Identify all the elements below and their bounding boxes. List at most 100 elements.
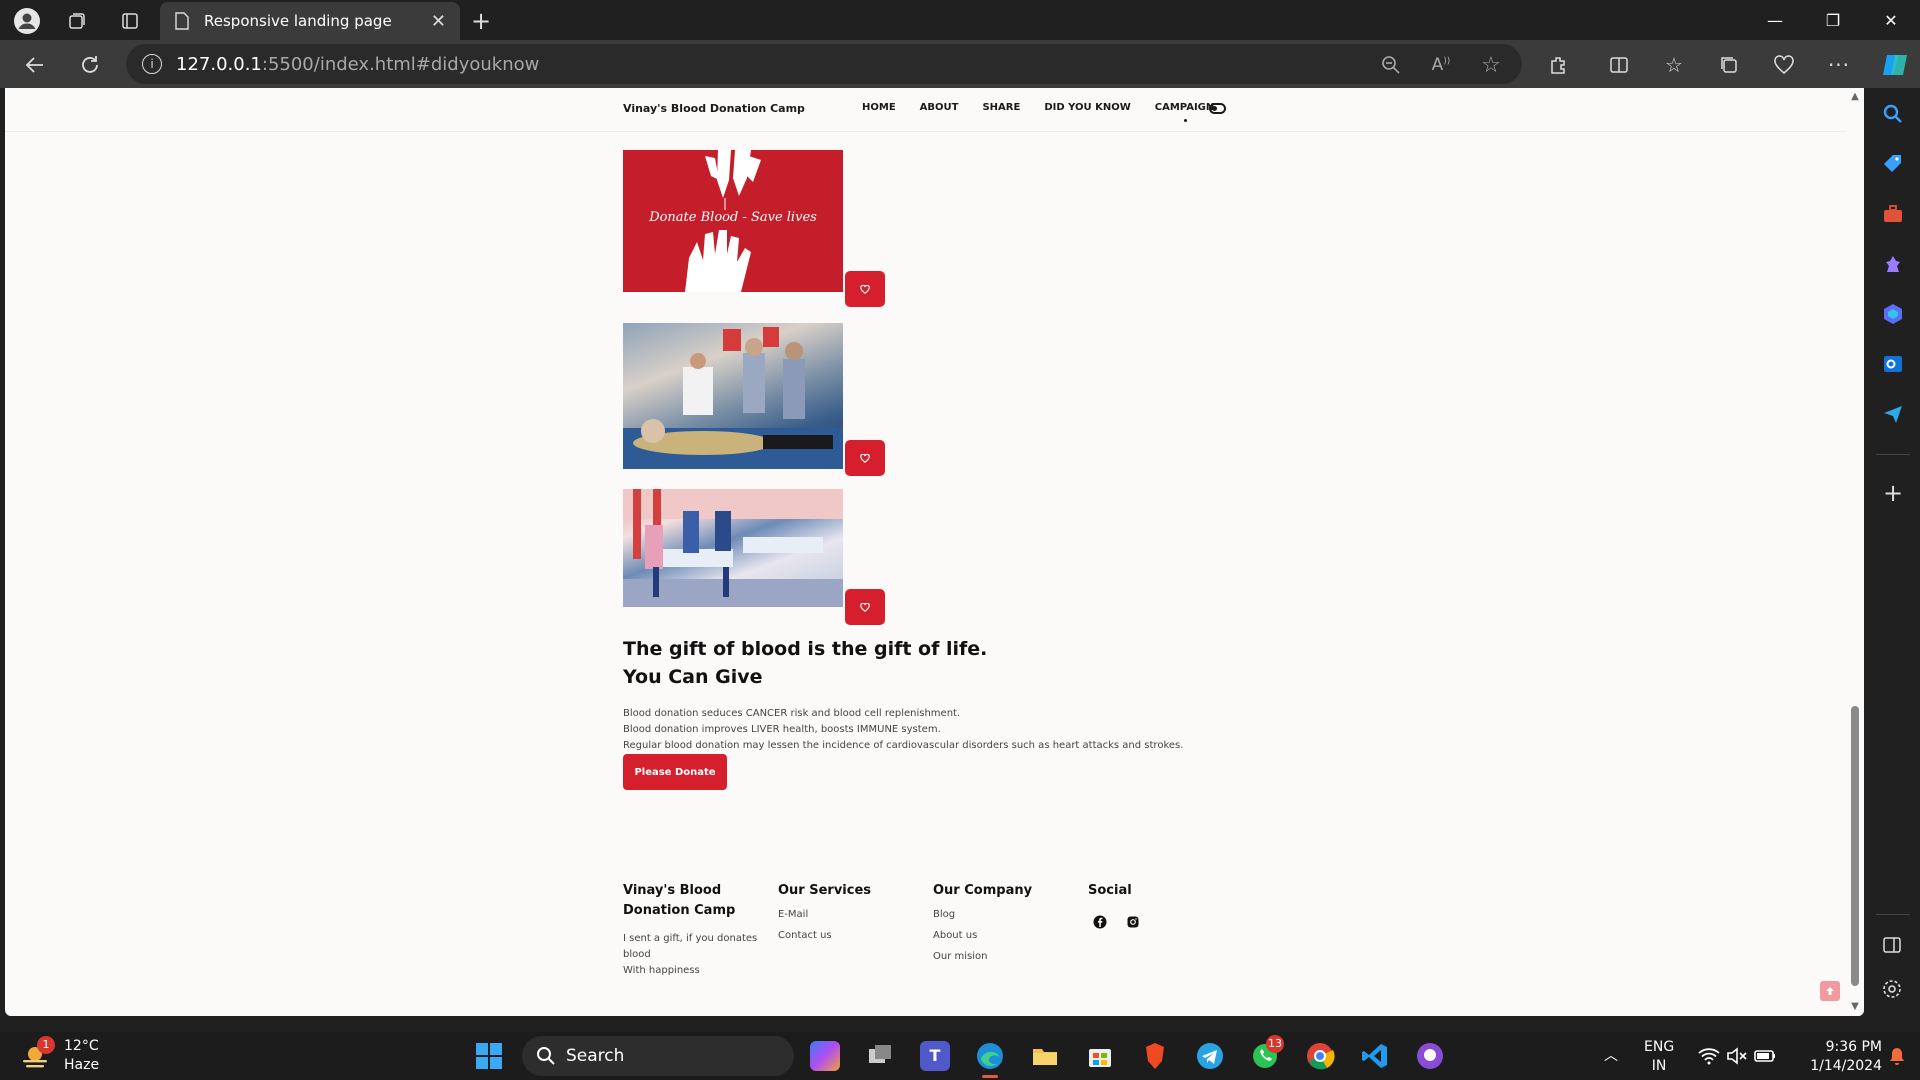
games-icon[interactable] [1881,252,1905,276]
sidebar-divider [1876,914,1910,915]
start-icon[interactable] [474,1041,504,1071]
page-icon [175,12,189,30]
headline-you-can-give: You Can Give [623,666,763,688]
wifi-icon[interactable] [1694,1041,1724,1071]
scroll-down-arrow-icon[interactable]: ▼ [1850,1002,1860,1012]
task-view-icon[interactable] [865,1041,895,1071]
send-icon[interactable] [1881,402,1905,426]
tab-title: Responsive landing page [204,12,392,30]
microsoft-365-icon[interactable] [1881,302,1905,326]
nav-about[interactable]: ABOUT [920,102,959,113]
heart-icon [860,453,870,463]
photo-figures [623,327,843,469]
site-nav: HOME ABOUT SHARE DID YOU KNOW CAMPAIGN [862,102,1238,122]
footer-link-contact[interactable]: Contact us [778,930,871,941]
search-icon[interactable] [1881,102,1905,126]
language-code: ENG [1644,1039,1675,1055]
show-hidden-icons-chevron-icon[interactable]: ︿ [1596,1041,1626,1071]
minimize-button[interactable]: — [1752,8,1798,32]
footer-link-about[interactable]: About us [933,930,1032,941]
theme-toggle-icon[interactable] [1209,103,1226,114]
add-icon[interactable]: + [1881,481,1905,506]
address-path: :5500/index.html#didyouknow [261,53,540,75]
like-button[interactable] [845,589,885,625]
refresh-icon[interactable] [77,52,103,78]
scrollbar-thumb[interactable] [1851,706,1859,986]
info-paragraph: Blood donation seduces CANCER risk and b… [623,708,961,719]
store-icon[interactable] [1085,1041,1115,1071]
file-explorer-icon[interactable] [1030,1041,1060,1071]
battery-icon[interactable] [1750,1041,1780,1071]
read-aloud-icon[interactable]: A)) [1428,52,1454,78]
scrollbar[interactable]: ▲ ▼ [1846,88,1864,1016]
more-menu-icon[interactable]: ··· [1826,52,1852,78]
system-clock[interactable]: 9:36 PM 1/14/2024 [1796,1038,1882,1076]
footer-link-blog[interactable]: Blog [933,909,1032,920]
vscode-icon[interactable] [1360,1041,1390,1071]
split-screen-icon[interactable] [1606,52,1632,78]
collections-icon[interactable] [1716,52,1742,78]
outlook-icon[interactable] [1881,352,1905,376]
settings-gear-icon[interactable] [1881,978,1905,1002]
site-info-icon[interactable]: i [142,54,162,74]
site-brand[interactable]: Vinay's Blood Donation Camp [623,102,805,115]
search-placeholder: Search [566,1046,625,1066]
extensions-icon[interactable] [1546,52,1572,78]
footer-col-social: Social [1088,881,1132,901]
scroll-up-arrow-icon[interactable]: ▲ [1850,92,1860,102]
close-tab-icon[interactable]: ✕ [431,11,446,32]
github-desktop-icon[interactable] [1415,1041,1445,1071]
browser-toolbar: i 127.0.0.1:5500/index.html#didyouknow A… [0,40,1920,88]
telegram-icon[interactable] [1195,1041,1225,1071]
nav-share[interactable]: SHARE [982,102,1020,113]
windows-taskbar: 1 12°C Haze Search T 13 ︿ ENG IN 9:36 PM… [0,1032,1920,1080]
weather-desc: Haze [64,1057,100,1073]
new-tab-button[interactable]: + [466,6,496,36]
copilot-pre-icon[interactable] [810,1041,840,1071]
address-bar[interactable]: i 127.0.0.1:5500/index.html#didyouknow [126,44,1522,84]
brave-icon[interactable] [1140,1041,1170,1071]
close-window-button[interactable]: ✕ [1868,8,1914,32]
like-button[interactable] [845,271,885,307]
back-to-top-button[interactable] [1820,981,1840,1001]
browser-tab[interactable]: Responsive landing page ✕ [160,2,460,40]
browser-essentials-icon[interactable] [1771,52,1797,78]
volume-muted-icon[interactable] [1722,1041,1752,1071]
poster-text: Donate Blood - Save lives [649,210,817,225]
heart-icon [860,602,870,612]
workspaces-icon[interactable] [62,6,92,36]
footer-link-mision[interactable]: Our mision [933,951,1032,962]
favorites-icon[interactable]: ☆ [1661,52,1687,78]
restore-button[interactable]: ❐ [1810,8,1856,32]
nav-campaign[interactable]: CAMPAIGN [1155,102,1214,122]
tab-actions-icon[interactable] [115,6,145,36]
please-donate-button[interactable]: Please Donate [623,754,727,790]
footer-link-email[interactable]: E-Mail [778,909,871,920]
weather-temp: 12°C [64,1038,99,1054]
shopping-icon[interactable] [1881,152,1905,176]
nav-home[interactable]: HOME [862,102,896,113]
favorite-star-icon[interactable]: ☆ [1478,52,1504,78]
language-indicator[interactable]: ENG IN [1644,1038,1674,1076]
footer-col-brand: Vinay's Blood Donation Camp I sent a gif… [623,881,763,979]
hide-sidebar-icon[interactable] [1881,934,1905,958]
copilot-icon[interactable] [1880,50,1910,80]
clock-time: 9:36 PM [1825,1039,1882,1055]
like-button[interactable] [845,440,885,476]
profile-icon[interactable] [12,6,42,36]
chrome-icon[interactable] [1305,1041,1335,1071]
tools-icon[interactable] [1881,202,1905,226]
notification-bell-icon[interactable] [1886,1041,1910,1071]
instagram-icon[interactable] [1126,914,1140,928]
nav-did-you-know[interactable]: DID YOU KNOW [1044,102,1130,113]
back-icon[interactable] [22,52,48,78]
region-code: IN [1651,1058,1667,1074]
clock-date: 1/14/2024 [1810,1058,1882,1074]
teams-icon[interactable]: T [920,1041,950,1071]
photo-figures [623,489,843,607]
zoom-out-icon[interactable] [1378,52,1404,78]
facebook-icon[interactable] [1093,914,1107,929]
whatsapp-icon[interactable]: 13 [1250,1035,1284,1071]
taskbar-search[interactable]: Search [522,1036,794,1076]
edge-icon[interactable] [975,1041,1005,1078]
